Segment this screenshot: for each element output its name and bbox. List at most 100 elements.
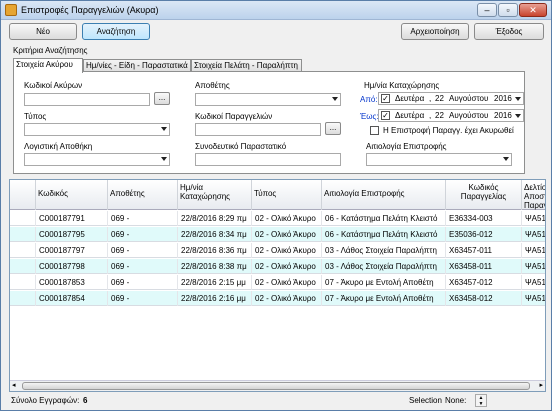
chevron-down-icon[interactable] (515, 114, 521, 118)
void-code-browse-button[interactable]: ... (154, 92, 170, 105)
status-bar: Σύνολο Εγγραφών: 6 Selection None: ▲ ▼ (1, 393, 551, 410)
void-code-input[interactable] (24, 93, 150, 106)
void-code-label: Κωδικοί Ακύρων (24, 81, 83, 90)
cell-reason: 07 - Άκυρο με Εντολή Αποθέτη (322, 275, 446, 290)
to-date-picker[interactable]: ✓ Δευτέρα , 22 Αυγούστου 2016 (378, 109, 524, 122)
table-row[interactable]: C000187795 069 - 22/8/2016 8:34 πμ 02 - … (10, 227, 545, 242)
column-header-order[interactable]: Κωδικός Παραγγελίας (446, 180, 522, 210)
cell-slip: ΨΑ5135 (522, 275, 545, 290)
selection-spinner[interactable]: ▲ ▼ (475, 394, 487, 407)
scroll-right-icon[interactable]: ▸ (539, 381, 543, 389)
cell-date: 22/8/2016 8:29 πμ (178, 211, 252, 226)
title-bar[interactable]: Επιστροφές Παραγγελιών (Ακυρα) – ▫ ✕ (1, 1, 551, 20)
cell-code: C000187795 (36, 227, 108, 242)
chevron-down-icon (503, 157, 509, 161)
table-row[interactable]: C000187791 069 - 22/8/2016 8:29 πμ 02 - … (10, 211, 545, 226)
from-date-day: Δευτέρα (395, 94, 425, 103)
row-selector[interactable] (10, 227, 36, 242)
window-title: Επιστροφές Παραγγελιών (Ακυρα) (21, 5, 159, 15)
table-row[interactable]: C000187797 069 - 22/8/2016 8:36 πμ 02 - … (10, 243, 545, 258)
return-reason-select[interactable] (366, 153, 512, 166)
from-date-checkbox[interactable]: ✓ (381, 94, 390, 103)
horizontal-scrollbar[interactable]: ◂ ▸ (10, 380, 545, 391)
column-header-warehouse-text: Αποθέτης (110, 189, 145, 198)
column-header-slip[interactable]: Δελτίο Αποστο Παραγγ (522, 180, 545, 210)
accounting-warehouse-select[interactable] (24, 153, 170, 166)
from-date-month: Αυγούστου (449, 94, 489, 103)
archive-button[interactable]: Αρχειοποίηση (401, 23, 469, 40)
cell-date: 22/8/2016 8:38 πμ (178, 259, 252, 274)
cell-slip: ΨΑ5135 (522, 291, 545, 306)
column-header-type[interactable]: Τύπος (252, 180, 322, 210)
cell-type: 02 - Ολικό Άκυρο (252, 227, 322, 242)
row-selector[interactable] (10, 259, 36, 274)
from-label: Από: (360, 95, 378, 104)
accompanying-doc-input[interactable] (195, 153, 341, 166)
row-selector[interactable] (10, 243, 36, 258)
column-header-date-line2: Καταχώρησης (180, 192, 231, 201)
warehouse-select[interactable] (195, 93, 341, 106)
row-selector-header (10, 180, 36, 210)
to-date-dd: 22 (435, 111, 444, 120)
cell-order: E35036-012 (446, 227, 522, 242)
exit-button[interactable]: Έξοδος (474, 23, 544, 40)
cell-code: C000187791 (36, 211, 108, 226)
table-row[interactable]: C000187798 069 - 22/8/2016 8:38 πμ 02 - … (10, 259, 545, 274)
row-selector[interactable] (10, 211, 36, 226)
to-date-checkbox[interactable]: ✓ (381, 111, 390, 120)
cell-order: E36334-003 (446, 211, 522, 226)
new-button[interactable]: Νέο (9, 23, 77, 40)
cell-date: 22/8/2016 8:36 πμ (178, 243, 252, 258)
column-header-date[interactable]: Ημ/νία Καταχώρησης (178, 180, 252, 210)
column-header-order-line2: Παραγγελίας (460, 192, 507, 201)
cell-reason: 07 - Άκυρο με Εντολή Αποθέτη (322, 291, 446, 306)
order-codes-input[interactable] (195, 123, 321, 136)
accounting-warehouse-label: Λογιστική Αποθήκη (24, 142, 93, 151)
chevron-down-icon (332, 97, 338, 101)
cell-reason: 03 - Λάθος Στοιχεία Παραλήπτη (322, 259, 446, 274)
scrollbar-thumb[interactable] (22, 382, 530, 390)
cell-warehouse: 069 - (108, 243, 178, 258)
close-button[interactable]: ✕ (519, 3, 547, 17)
already-voided-checkbox[interactable] (370, 126, 379, 135)
cell-reason: 06 - Κατάστημα Πελάτη Κλειστό (322, 211, 446, 226)
type-select[interactable] (24, 123, 170, 136)
type-label: Τύπος (24, 112, 47, 121)
column-header-code[interactable]: Κωδικός (36, 180, 108, 210)
cell-order: X63458-011 (446, 259, 522, 274)
tab-void-details[interactable]: Στοιχεία Ακύρου (13, 58, 83, 73)
already-voided-label: Η Επιστροφή Παραγγ. έχει Ακυρωθεί (383, 126, 514, 135)
chevron-down-icon[interactable] (515, 97, 521, 101)
accompanying-doc-label: Συνοδευτικό Παραστατικό (195, 142, 287, 151)
registration-date-label: Ημ/νία Καταχώρησης (364, 81, 440, 90)
maximize-button[interactable]: ▫ (498, 3, 518, 17)
minimize-button[interactable]: – (477, 3, 497, 17)
column-header-reason-text: Αιτιολογία Επιστροφής (324, 189, 405, 198)
table-row[interactable]: C000187854 069 - 22/8/2016 2:16 μμ 02 - … (10, 291, 545, 306)
cell-reason: 06 - Κατάστημα Πελάτη Κλειστό (322, 227, 446, 242)
cell-warehouse: 069 - (108, 275, 178, 290)
cell-type: 02 - Ολικό Άκυρο (252, 243, 322, 258)
row-selector[interactable] (10, 275, 36, 290)
cell-code: C000187798 (36, 259, 108, 274)
scroll-left-icon[interactable]: ◂ (12, 381, 16, 389)
warehouse-label: Αποθέτης (195, 81, 230, 90)
criteria-group-label: Κριτήρια Αναζήτησης (13, 46, 88, 55)
results-grid[interactable]: Κωδικός Αποθέτης Ημ/νία Καταχώρησης Τύπο… (9, 179, 546, 392)
from-date-dd: 22 (435, 94, 444, 103)
criteria-panel: Κωδικοί Ακύρων ... Τύπος Λογιστική Αποθή… (13, 71, 525, 174)
cell-date: 22/8/2016 8:34 πμ (178, 227, 252, 242)
total-records-value: 6 (83, 396, 88, 405)
cell-type: 02 - Ολικό Άκυρο (252, 275, 322, 290)
cell-slip: ΨΑ5135 (522, 243, 545, 258)
order-codes-browse-button[interactable]: ... (325, 122, 341, 135)
column-header-reason[interactable]: Αιτιολογία Επιστροφής (322, 180, 446, 210)
cell-warehouse: 069 - (108, 259, 178, 274)
column-header-warehouse[interactable]: Αποθέτης (108, 180, 178, 210)
selection-label: Selection (409, 396, 442, 405)
search-button[interactable]: Αναζήτηση (82, 23, 150, 40)
table-row[interactable]: C000187853 069 - 22/8/2016 2:15 μμ 02 - … (10, 275, 545, 290)
column-header-date-line1: Ημ/νία (180, 183, 204, 192)
row-selector[interactable] (10, 291, 36, 306)
from-date-picker[interactable]: ✓ Δευτέρα , 22 Αυγούστου 2016 (378, 92, 524, 105)
